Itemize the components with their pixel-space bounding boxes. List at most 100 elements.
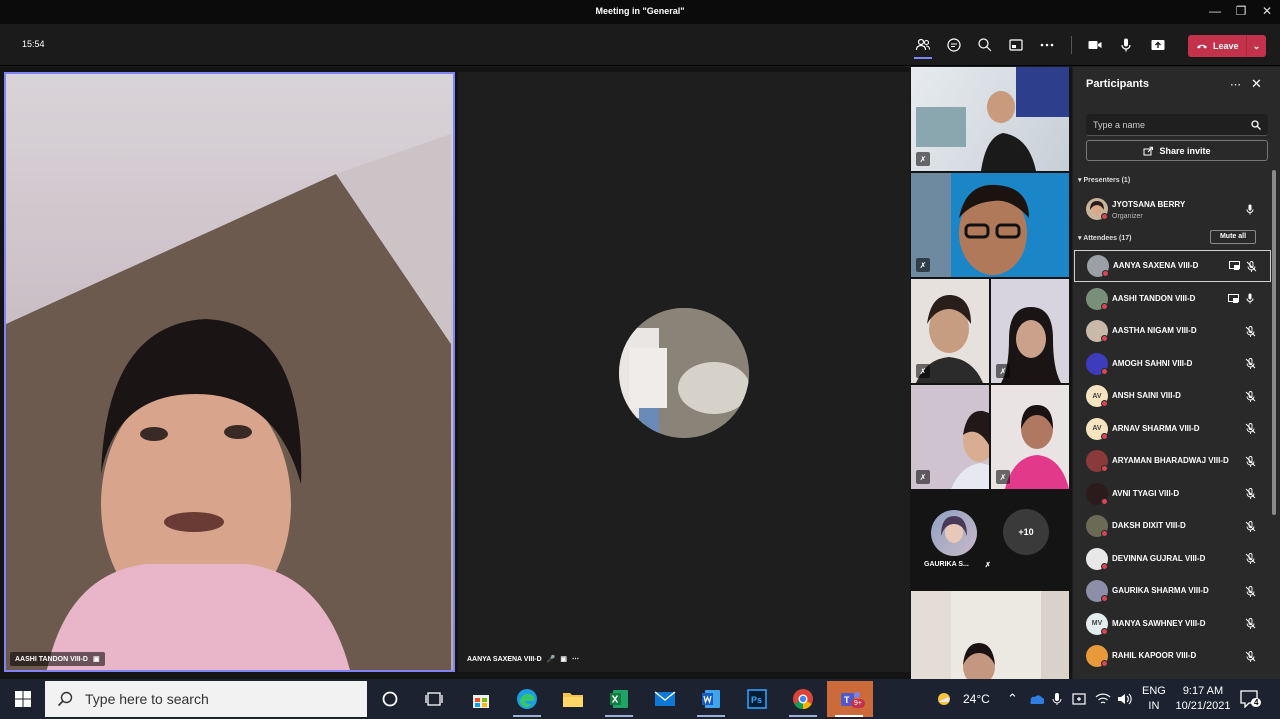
reactions-button[interactable] (974, 35, 996, 55)
file-explorer-app[interactable] (551, 681, 595, 717)
avatar-initials: AV (1092, 425, 1102, 432)
mic-off-icon[interactable] (1243, 389, 1257, 403)
rooms-icon (1009, 39, 1023, 51)
presenters-section-header[interactable]: ▾ Presenters (1) (1078, 176, 1130, 184)
attendee-row[interactable]: ARYAMAN BHARADWAJ VIII-D (1073, 445, 1270, 477)
word-app[interactable] (689, 681, 733, 717)
edge-app[interactable] (505, 681, 549, 717)
video-thumb[interactable]: ✗ (911, 279, 989, 383)
mic-off-icon[interactable] (1243, 422, 1257, 436)
excel-app[interactable] (597, 681, 641, 717)
minimize-button[interactable]: — (1205, 4, 1225, 18)
photoshop-app[interactable]: Ps (735, 681, 779, 717)
share-invite-button[interactable]: Share invite (1086, 140, 1268, 161)
panel-more-icon[interactable]: ⋯ (1230, 78, 1241, 91)
close-window-button[interactable]: ✕ (1257, 4, 1277, 18)
attendee-row[interactable]: GAURIKA SHARMA VIII-D (1073, 575, 1270, 607)
mic-off-icon[interactable] (1243, 454, 1257, 468)
main-video-tile[interactable]: AASHI TANDON VIII-D ▣ (4, 72, 455, 672)
video-thumb[interactable]: ✗ (991, 279, 1069, 383)
video-thumb[interactable]: ✗ (911, 385, 989, 489)
attendee-row[interactable]: RAHIL KAPOOR VIII-D (1073, 640, 1270, 672)
microphone-icon[interactable] (1243, 292, 1257, 306)
weather-temperature[interactable]: 24°C (963, 692, 990, 706)
microphone-icon (1243, 202, 1257, 216)
attendee-row[interactable]: AASHI TANDON VIII-D (1073, 283, 1270, 315)
avatar-initials: AV (1092, 392, 1102, 400)
teams-app[interactable]: T 9+ (827, 681, 873, 717)
chevron-down-icon: ▾ (1078, 177, 1082, 184)
participants-panel: Participants ⋯ ✕ Type a name Share invit… (1073, 67, 1280, 679)
microphone-tray-icon[interactable] (1052, 692, 1062, 711)
meet-now-icon[interactable] (1072, 692, 1086, 711)
attendee-name: DAKSH DIXIT VIII-D (1112, 521, 1186, 530)
attendee-row[interactable]: AMOGH SAHNI VIII-D (1073, 348, 1270, 380)
avatar-image (941, 516, 967, 543)
mic-off-icon[interactable] (1244, 259, 1258, 273)
video-thumb[interactable]: ✗ (911, 67, 1069, 171)
overflow-participant-avatar[interactable] (931, 510, 977, 556)
attendee-row[interactable]: AV ANSH SAINI VIII-D (1073, 380, 1270, 412)
video-thumb[interactable]: ✗ (991, 385, 1069, 489)
more-actions-button[interactable] (1036, 35, 1058, 55)
mic-off-icon[interactable] (1243, 487, 1257, 501)
notification-center-button[interactable]: 4 (1240, 690, 1262, 713)
leave-button[interactable]: Leave ⌄ (1188, 35, 1266, 57)
screen-share-icon: ▣ (92, 656, 100, 663)
mail-app[interactable] (643, 681, 687, 717)
attendee-row[interactable]: AANYA SAXENA VIII-D (1074, 250, 1271, 282)
mute-all-button[interactable]: Mute all (1210, 230, 1256, 244)
attendee-row[interactable]: MV MANYA SAWHNEY VIII-D (1073, 608, 1270, 640)
mic-off-icon[interactable] (1243, 649, 1257, 663)
video-thumb[interactable]: ✗ (911, 173, 1069, 277)
cortana-button[interactable] (368, 681, 412, 717)
mic-off-icon[interactable] (1243, 552, 1257, 566)
more-icon (1040, 43, 1054, 47)
more-options-icon[interactable]: ⋯ (572, 655, 579, 663)
presenter-row[interactable]: JYOTSANA BERRY Organizer (1073, 193, 1270, 225)
mic-off-icon[interactable] (1243, 584, 1257, 598)
volume-icon[interactable] (1117, 692, 1133, 711)
attendee-name: DEVINNA GUJRAL VIII-D (1112, 553, 1206, 563)
attendee-row[interactable]: AV ARNAV SHARMA VIII-D (1073, 413, 1270, 445)
start-button[interactable] (0, 679, 45, 719)
attendee-row[interactable]: AVNI TYAGI VIII-D (1073, 478, 1270, 510)
microphone-button[interactable] (1115, 35, 1137, 55)
toolbar-divider (1071, 36, 1072, 54)
participants-button[interactable] (912, 35, 934, 59)
mic-off-icon[interactable] (1243, 617, 1257, 631)
chevron-up-icon[interactable]: ⌃ (1007, 691, 1018, 707)
onedrive-icon[interactable] (1028, 692, 1045, 710)
more-participants-button[interactable]: +10 (1003, 509, 1049, 555)
chevron-down-icon[interactable]: ⌄ (1246, 35, 1266, 57)
center-video-tile[interactable]: AANYA SAXENA VIII-D 🎤 ▣ ⋯ (458, 72, 910, 672)
self-video-thumb[interactable] (911, 591, 1069, 679)
mic-off-icon[interactable] (1243, 519, 1257, 533)
chat-button[interactable] (943, 35, 965, 55)
chrome-app[interactable] (781, 681, 825, 717)
language-indicator[interactable]: ENG IN (1142, 684, 1166, 714)
participant-search-input[interactable]: Type a name (1086, 114, 1268, 136)
attendee-row[interactable]: AASTHA NIGAM VIII-D (1073, 315, 1270, 347)
status-dot (1101, 432, 1108, 440)
taskbar-clock[interactable]: 9:17 AM 10/21/2021 (1172, 684, 1234, 714)
mic-off-icon[interactable] (1243, 357, 1257, 371)
mail-icon (654, 691, 676, 706)
weather-icon[interactable] (935, 690, 953, 708)
attendees-section-header[interactable]: ▾ Attendees (17) (1078, 234, 1131, 242)
store-app[interactable] (459, 681, 503, 717)
attendee-row[interactable]: DAKSH DIXIT VIII-D (1073, 510, 1270, 542)
wifi-icon[interactable] (1095, 692, 1111, 711)
mic-off-icon[interactable] (1243, 324, 1257, 338)
camera-button[interactable] (1084, 35, 1106, 55)
panel-scrollbar[interactable] (1272, 170, 1276, 515)
close-panel-icon[interactable]: ✕ (1251, 76, 1262, 92)
share-screen-button[interactable] (1147, 35, 1169, 55)
status-dot (1101, 465, 1108, 472)
attendee-name: MANYA SAWHNEY VIII-D (1112, 618, 1206, 628)
restore-button[interactable]: ❐ (1231, 4, 1251, 18)
rooms-button[interactable] (1005, 35, 1027, 55)
task-view-button[interactable] (412, 681, 456, 717)
taskbar-search-input[interactable]: Type here to search (45, 681, 367, 717)
attendee-row[interactable]: DEVINNA GUJRAL VIII-D (1073, 543, 1270, 575)
